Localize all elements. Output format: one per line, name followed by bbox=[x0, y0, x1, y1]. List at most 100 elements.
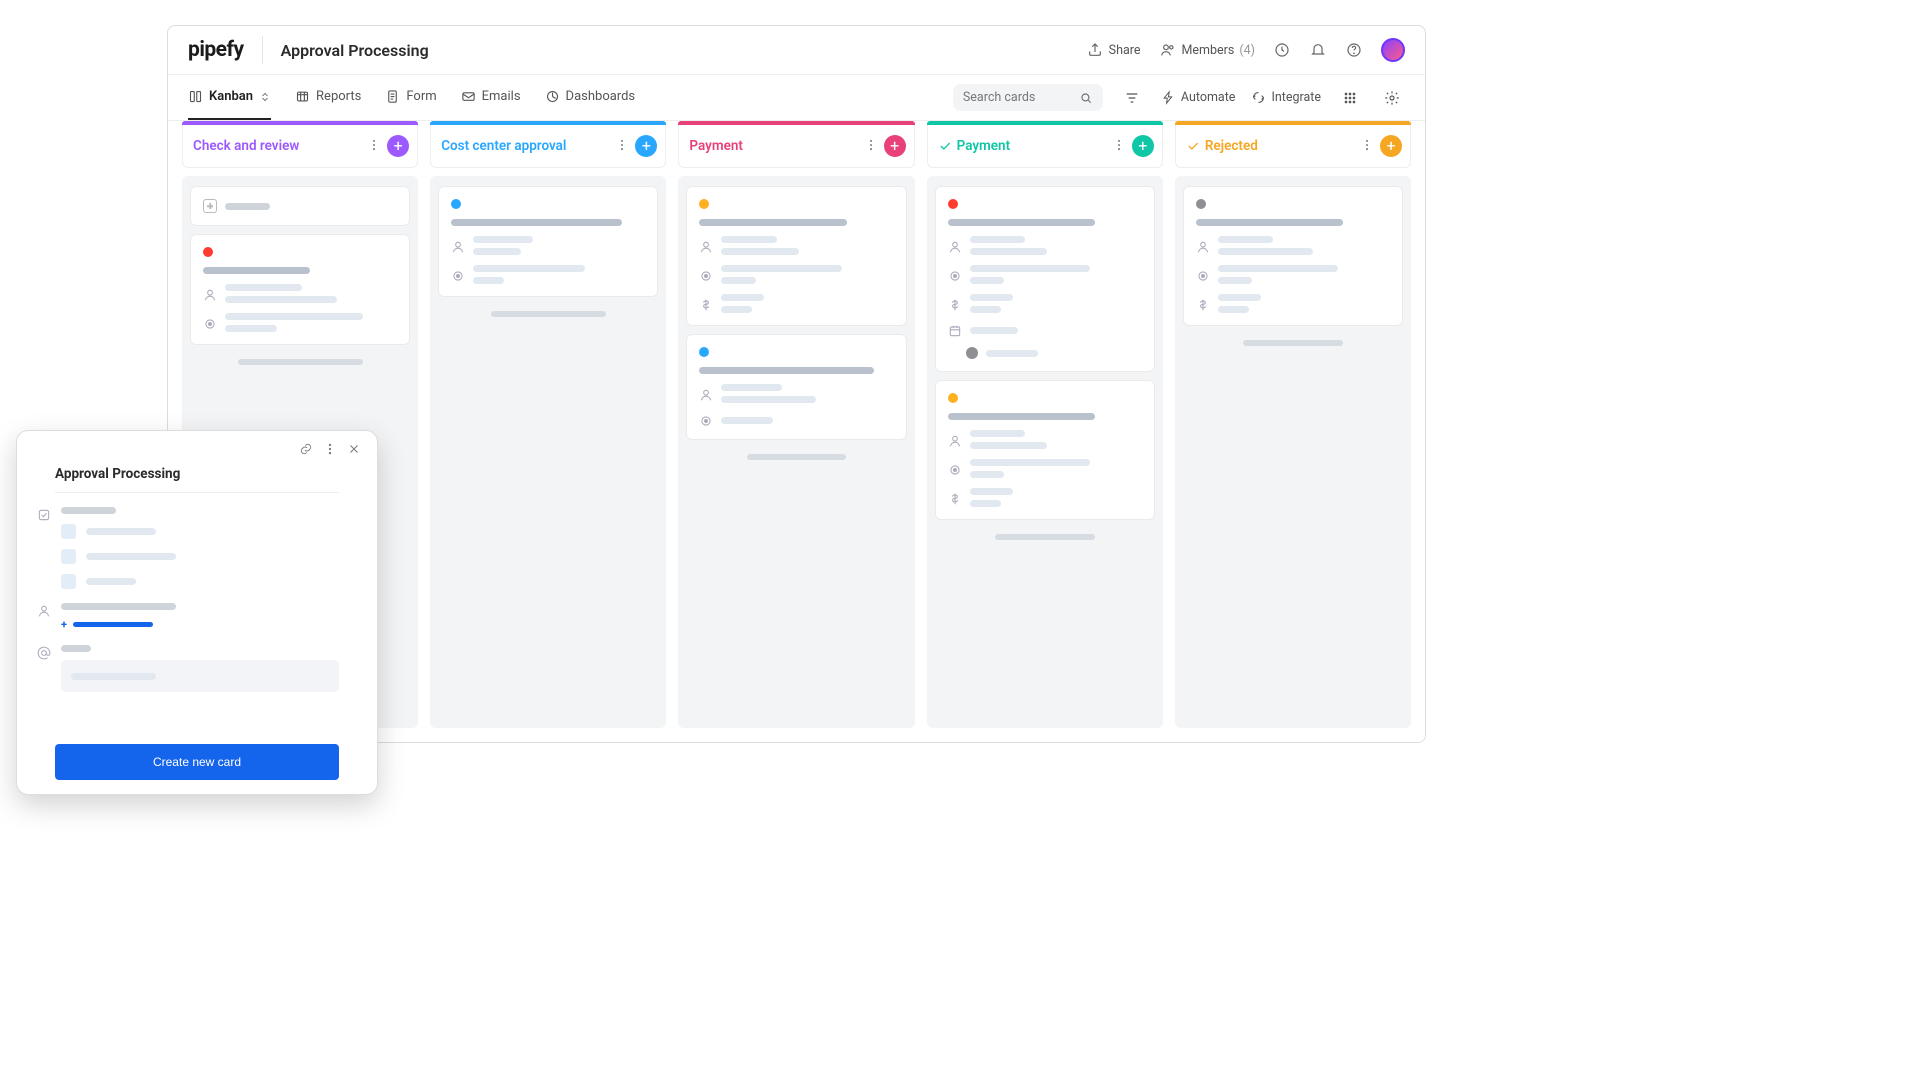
status-dot bbox=[699, 347, 709, 357]
kanban-card[interactable] bbox=[686, 186, 906, 326]
members-label: Members bbox=[1182, 43, 1235, 58]
user-icon bbox=[203, 287, 217, 301]
at-icon bbox=[37, 645, 51, 659]
share-button[interactable]: Share bbox=[1086, 41, 1141, 59]
members-icon bbox=[1159, 41, 1177, 59]
avatar[interactable] bbox=[1381, 38, 1405, 62]
column-rejected: Rejected + bbox=[1175, 121, 1411, 728]
create-card-button[interactable]: Create new card bbox=[55, 744, 339, 780]
toolbar: Kanban Reports Form Emails Dashboards bbox=[168, 75, 1425, 121]
status-dot bbox=[1196, 199, 1206, 209]
radio-icon bbox=[1196, 268, 1210, 282]
divider bbox=[262, 36, 263, 64]
kanban-card[interactable] bbox=[935, 186, 1155, 372]
dollar-icon bbox=[1196, 297, 1210, 311]
user-icon bbox=[699, 387, 713, 401]
column-add-button[interactable]: + bbox=[1380, 135, 1402, 157]
checklist-icon bbox=[37, 507, 51, 521]
modal-detail-section bbox=[55, 645, 339, 692]
page-title: Approval Processing bbox=[281, 41, 429, 60]
user-icon bbox=[451, 239, 465, 253]
automate-button[interactable]: Automate bbox=[1161, 90, 1236, 105]
checklist-item[interactable] bbox=[61, 549, 339, 564]
column-title: Payment bbox=[938, 138, 1011, 154]
kanban-card[interactable] bbox=[686, 334, 906, 440]
check-icon bbox=[1186, 139, 1200, 153]
create-card-modal: Approval Processing + bbox=[16, 430, 378, 795]
column-menu-icon[interactable] bbox=[864, 137, 878, 156]
column-add-button[interactable]: + bbox=[387, 135, 409, 157]
members-button[interactable]: Members (4) bbox=[1159, 41, 1256, 59]
clock-icon[interactable] bbox=[1273, 41, 1291, 59]
tab-dashboards[interactable]: Dashboards bbox=[545, 75, 636, 120]
integrate-button[interactable]: Integrate bbox=[1251, 90, 1321, 105]
check-icon bbox=[938, 139, 952, 153]
modal-assignee-section: + bbox=[55, 603, 339, 631]
calendar-icon bbox=[948, 323, 962, 337]
radio-icon bbox=[203, 316, 217, 330]
settings-icon[interactable] bbox=[1379, 85, 1405, 111]
status-dot bbox=[451, 199, 461, 209]
column-menu-icon[interactable] bbox=[1360, 137, 1374, 156]
column-title: Check and review bbox=[193, 138, 299, 154]
kanban-card[interactable] bbox=[935, 380, 1155, 520]
user-icon bbox=[948, 239, 962, 253]
tab-form[interactable]: Form bbox=[385, 75, 436, 120]
status-dot bbox=[203, 247, 213, 257]
more-icon[interactable] bbox=[323, 441, 337, 460]
dollar-icon bbox=[948, 491, 962, 505]
radio-icon bbox=[451, 268, 465, 282]
main-header: pipefy Approval Processing Share Members… bbox=[168, 26, 1425, 75]
share-label: Share bbox=[1109, 43, 1141, 58]
column-add-button[interactable]: + bbox=[635, 135, 657, 157]
brand-logo: pipefy bbox=[188, 38, 244, 62]
status-dot bbox=[948, 393, 958, 403]
tab-kanban[interactable]: Kanban bbox=[188, 75, 271, 120]
dollar-icon bbox=[948, 297, 962, 311]
share-icon bbox=[1086, 41, 1104, 59]
kanban-card[interactable] bbox=[190, 234, 410, 345]
column-menu-icon[interactable] bbox=[367, 137, 381, 156]
modal-title: Approval Processing bbox=[55, 466, 339, 493]
members-count: (4) bbox=[1239, 43, 1255, 58]
column-cost-center: Cost center approval + bbox=[430, 121, 666, 728]
tab-reports[interactable]: Reports bbox=[295, 75, 361, 120]
modal-checklist-section bbox=[55, 507, 339, 589]
column-title: Cost center approval bbox=[441, 138, 566, 154]
add-assignee-button[interactable]: + bbox=[61, 618, 339, 631]
radio-icon bbox=[948, 268, 962, 282]
radio-icon bbox=[948, 462, 962, 476]
kanban-card[interactable] bbox=[438, 186, 658, 297]
link-icon[interactable] bbox=[299, 441, 313, 460]
kanban-card[interactable] bbox=[1183, 186, 1403, 326]
column-add-button[interactable]: + bbox=[884, 135, 906, 157]
column-payment-1: Payment + bbox=[678, 121, 914, 728]
help-icon[interactable] bbox=[1345, 41, 1363, 59]
user-icon bbox=[37, 603, 51, 617]
column-title: Rejected bbox=[1186, 138, 1258, 154]
plus-icon bbox=[203, 199, 217, 213]
dollar-icon bbox=[699, 297, 713, 311]
filter-icon[interactable] bbox=[1119, 85, 1145, 111]
column-menu-icon[interactable] bbox=[615, 137, 629, 156]
checklist-item[interactable] bbox=[61, 524, 339, 539]
new-card-placeholder[interactable] bbox=[190, 186, 410, 226]
user-icon bbox=[948, 433, 962, 447]
status-dot bbox=[948, 199, 958, 209]
column-title: Payment bbox=[689, 138, 743, 154]
bell-icon[interactable] bbox=[1309, 41, 1327, 59]
checklist-item[interactable] bbox=[61, 574, 339, 589]
apps-grid-icon[interactable] bbox=[1337, 85, 1363, 111]
column-payment-2: Payment + bbox=[927, 121, 1163, 728]
detail-input[interactable] bbox=[61, 660, 339, 692]
column-add-button[interactable]: + bbox=[1132, 135, 1154, 157]
status-dot bbox=[699, 199, 709, 209]
tab-emails[interactable]: Emails bbox=[461, 75, 521, 120]
search-placeholder: Search cards bbox=[963, 90, 1073, 105]
close-icon[interactable] bbox=[347, 441, 361, 460]
search-input[interactable]: Search cards bbox=[953, 84, 1103, 111]
column-menu-icon[interactable] bbox=[1112, 137, 1126, 156]
radio-icon bbox=[699, 268, 713, 282]
radio-icon bbox=[699, 413, 713, 427]
user-icon bbox=[1196, 239, 1210, 253]
